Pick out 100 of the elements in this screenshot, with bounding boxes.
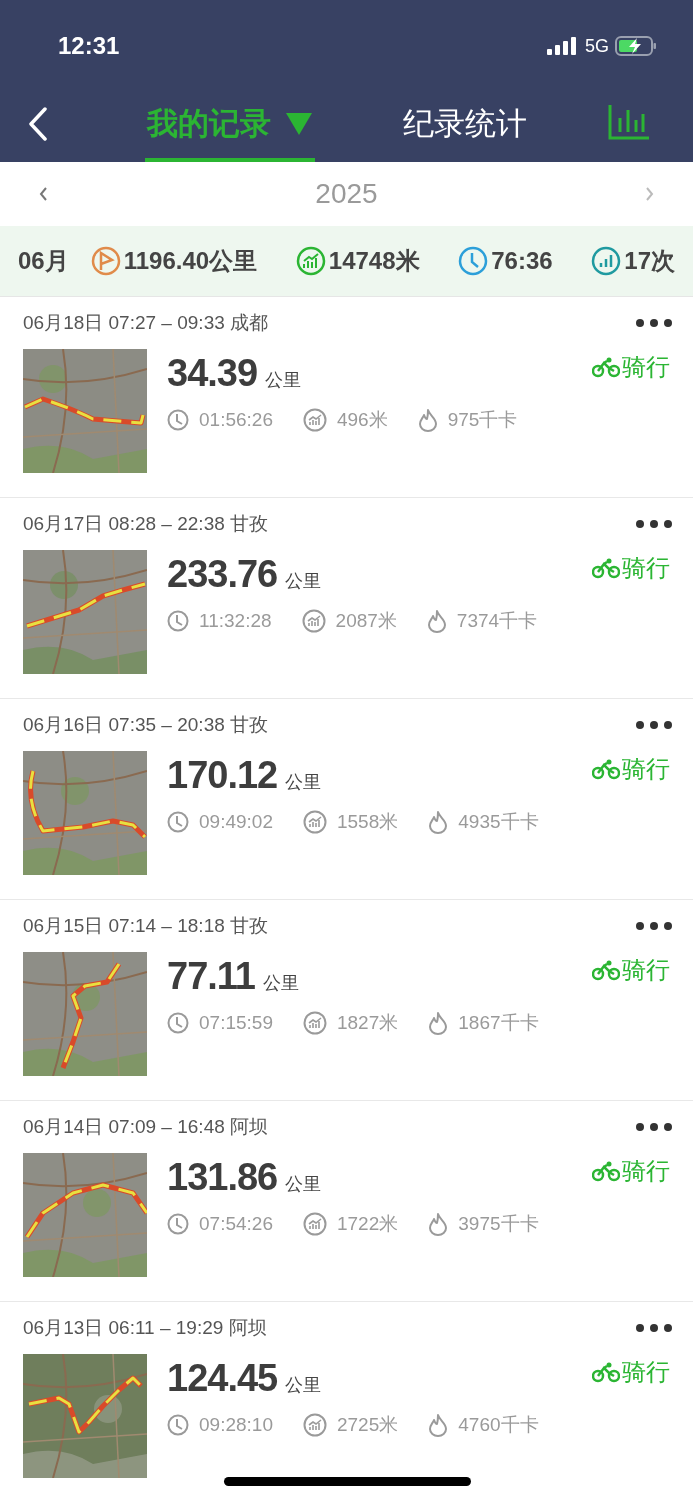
- more-button[interactable]: [635, 1122, 673, 1132]
- distance-unit: 公里: [285, 771, 322, 794]
- year-label: 2025: [315, 177, 378, 211]
- bicycle-icon: [592, 356, 620, 378]
- stat-value: 09:28:10: [199, 1413, 273, 1437]
- nav-tab[interactable]: 我的记录: [145, 90, 315, 162]
- summary-value: 14748米: [328, 246, 420, 276]
- clock-icon: [167, 610, 189, 633]
- bicycle-icon: [592, 959, 620, 981]
- stat-value: 4935千卡: [458, 810, 539, 834]
- climb-icon: [295, 246, 326, 276]
- sport-label: 骑行: [622, 553, 670, 583]
- record-title: 06月18日 07:27 – 09:33 成都: [23, 310, 269, 335]
- more-button[interactable]: [635, 519, 673, 529]
- stat-value: 2087米: [335, 609, 397, 633]
- record-title: 06月16日 07:35 – 20:38 甘孜: [23, 712, 269, 737]
- flame-icon: [417, 408, 438, 433]
- more-icon: [635, 921, 673, 931]
- climb-icon: [302, 810, 327, 835]
- climb-icon: [302, 1212, 327, 1237]
- distance-unit: 公里: [263, 972, 299, 995]
- more-button[interactable]: [635, 720, 673, 730]
- distance-value: 124.45: [167, 1356, 278, 1401]
- record-card[interactable]: 06月16日 07:35 – 20:38 甘孜 170.12 公里 09:49:02 1558米 4935千卡 骑行: [0, 699, 693, 900]
- flame-icon: [428, 1413, 449, 1438]
- distance-value: 77.11: [167, 954, 255, 999]
- record-card[interactable]: 06月17日 08:28 – 22:38 甘孜 233.76 公里 11:32:28 2087米 7374千卡 骑行: [0, 498, 693, 699]
- stat-value: 07:54:26: [199, 1212, 273, 1236]
- record-card[interactable]: 06月18日 07:27 – 09:33 成都 34.39 公里 01:56:26 496米 975千卡 骑行: [0, 297, 693, 498]
- clock-icon: [167, 1414, 189, 1437]
- status-time: 12:31: [58, 31, 120, 61]
- previous-year-button[interactable]: [38, 186, 48, 202]
- flame-icon: [428, 810, 449, 835]
- record-title: 06月17日 08:28 – 22:38 甘孜: [23, 511, 269, 536]
- summary-value: 76:36: [491, 246, 553, 276]
- climb-icon: [302, 1011, 327, 1036]
- bars-circle-icon: [591, 246, 622, 276]
- sport-label: 骑行: [622, 1357, 670, 1387]
- more-icon: [635, 519, 673, 529]
- record-card[interactable]: 06月15日 07:14 – 18:18 甘孜 77.11 公里 07:15:59 1827米 1867千卡 骑行: [0, 900, 693, 1101]
- sport-label: 骑行: [622, 352, 670, 382]
- bicycle-icon: [592, 1361, 620, 1383]
- stat-value: 09:49:02: [199, 810, 273, 834]
- stat-value: 07:15:59: [199, 1011, 273, 1035]
- stat-value: 1558米: [336, 810, 399, 834]
- distance-value: 131.86: [167, 1155, 278, 1200]
- distance-unit: 公里: [285, 1374, 322, 1397]
- distance-unit: 公里: [285, 570, 322, 593]
- chevron-right-icon: [645, 186, 655, 202]
- clock-icon: [167, 1012, 189, 1035]
- distance-unit: 公里: [265, 369, 302, 392]
- summary-value: 17次: [624, 246, 675, 276]
- record-card[interactable]: 06月14日 07:09 – 16:48 阿坝 131.86 公里 07:54:26 1722米 3975千卡 骑行: [0, 1101, 693, 1302]
- stat-value: 1827米: [336, 1011, 399, 1035]
- more-button[interactable]: [635, 921, 673, 931]
- distance-unit: 公里: [285, 1173, 322, 1196]
- bicycle-icon: [592, 1160, 620, 1182]
- stat-value: 01:56:26: [199, 408, 273, 432]
- more-icon: [635, 1323, 673, 1333]
- back-icon: [28, 107, 48, 141]
- stat-value: 496米: [336, 408, 388, 432]
- stat-value: 975千卡: [447, 408, 518, 432]
- stat-value: 7374千卡: [456, 609, 538, 633]
- clock-icon: [167, 1213, 189, 1236]
- bar-chart-icon: [608, 104, 650, 140]
- record-title: 06月13日 06:11 – 19:29 阿坝: [23, 1315, 267, 1340]
- distance-value: 233.76: [167, 552, 278, 597]
- stat-value: 11:32:28: [199, 609, 272, 633]
- more-button[interactable]: [635, 318, 673, 328]
- more-icon: [635, 318, 673, 328]
- stat-value: 3975千卡: [458, 1212, 539, 1236]
- climb-icon: [302, 408, 327, 433]
- stat-value: 4760千卡: [458, 1413, 539, 1437]
- signal-icon: [547, 37, 579, 55]
- climb-icon: [301, 609, 326, 634]
- stat-value: 1867千卡: [458, 1011, 539, 1035]
- flame-icon: [428, 1011, 449, 1036]
- month-label: 06月: [18, 246, 69, 276]
- more-icon: [635, 1122, 673, 1132]
- record-title: 06月15日 07:14 – 18:18 甘孜: [23, 913, 269, 938]
- stat-value: 2725米: [336, 1413, 399, 1437]
- record-title: 06月14日 07:09 – 16:48 阿坝: [23, 1114, 269, 1139]
- distance-value: 170.12: [167, 753, 278, 798]
- flame-icon: [426, 609, 447, 634]
- chart-button[interactable]: [607, 102, 651, 142]
- sport-label: 骑行: [622, 955, 670, 985]
- sport-label: 骑行: [622, 1156, 670, 1186]
- battery-icon: [615, 36, 657, 56]
- flame-icon: [428, 1212, 449, 1237]
- sport-label: 骑行: [622, 754, 670, 784]
- chevron-left-icon: [38, 186, 48, 202]
- climb-icon: [302, 1413, 327, 1438]
- clock-icon: [458, 246, 489, 276]
- more-icon: [635, 720, 673, 730]
- summary-value: 1196.40公里: [123, 246, 258, 276]
- clock-icon: [167, 811, 189, 834]
- more-button[interactable]: [635, 1323, 673, 1333]
- bicycle-icon: [592, 758, 620, 780]
- bicycle-icon: [592, 557, 620, 579]
- nav-tab[interactable]: 纪录统计: [401, 90, 529, 162]
